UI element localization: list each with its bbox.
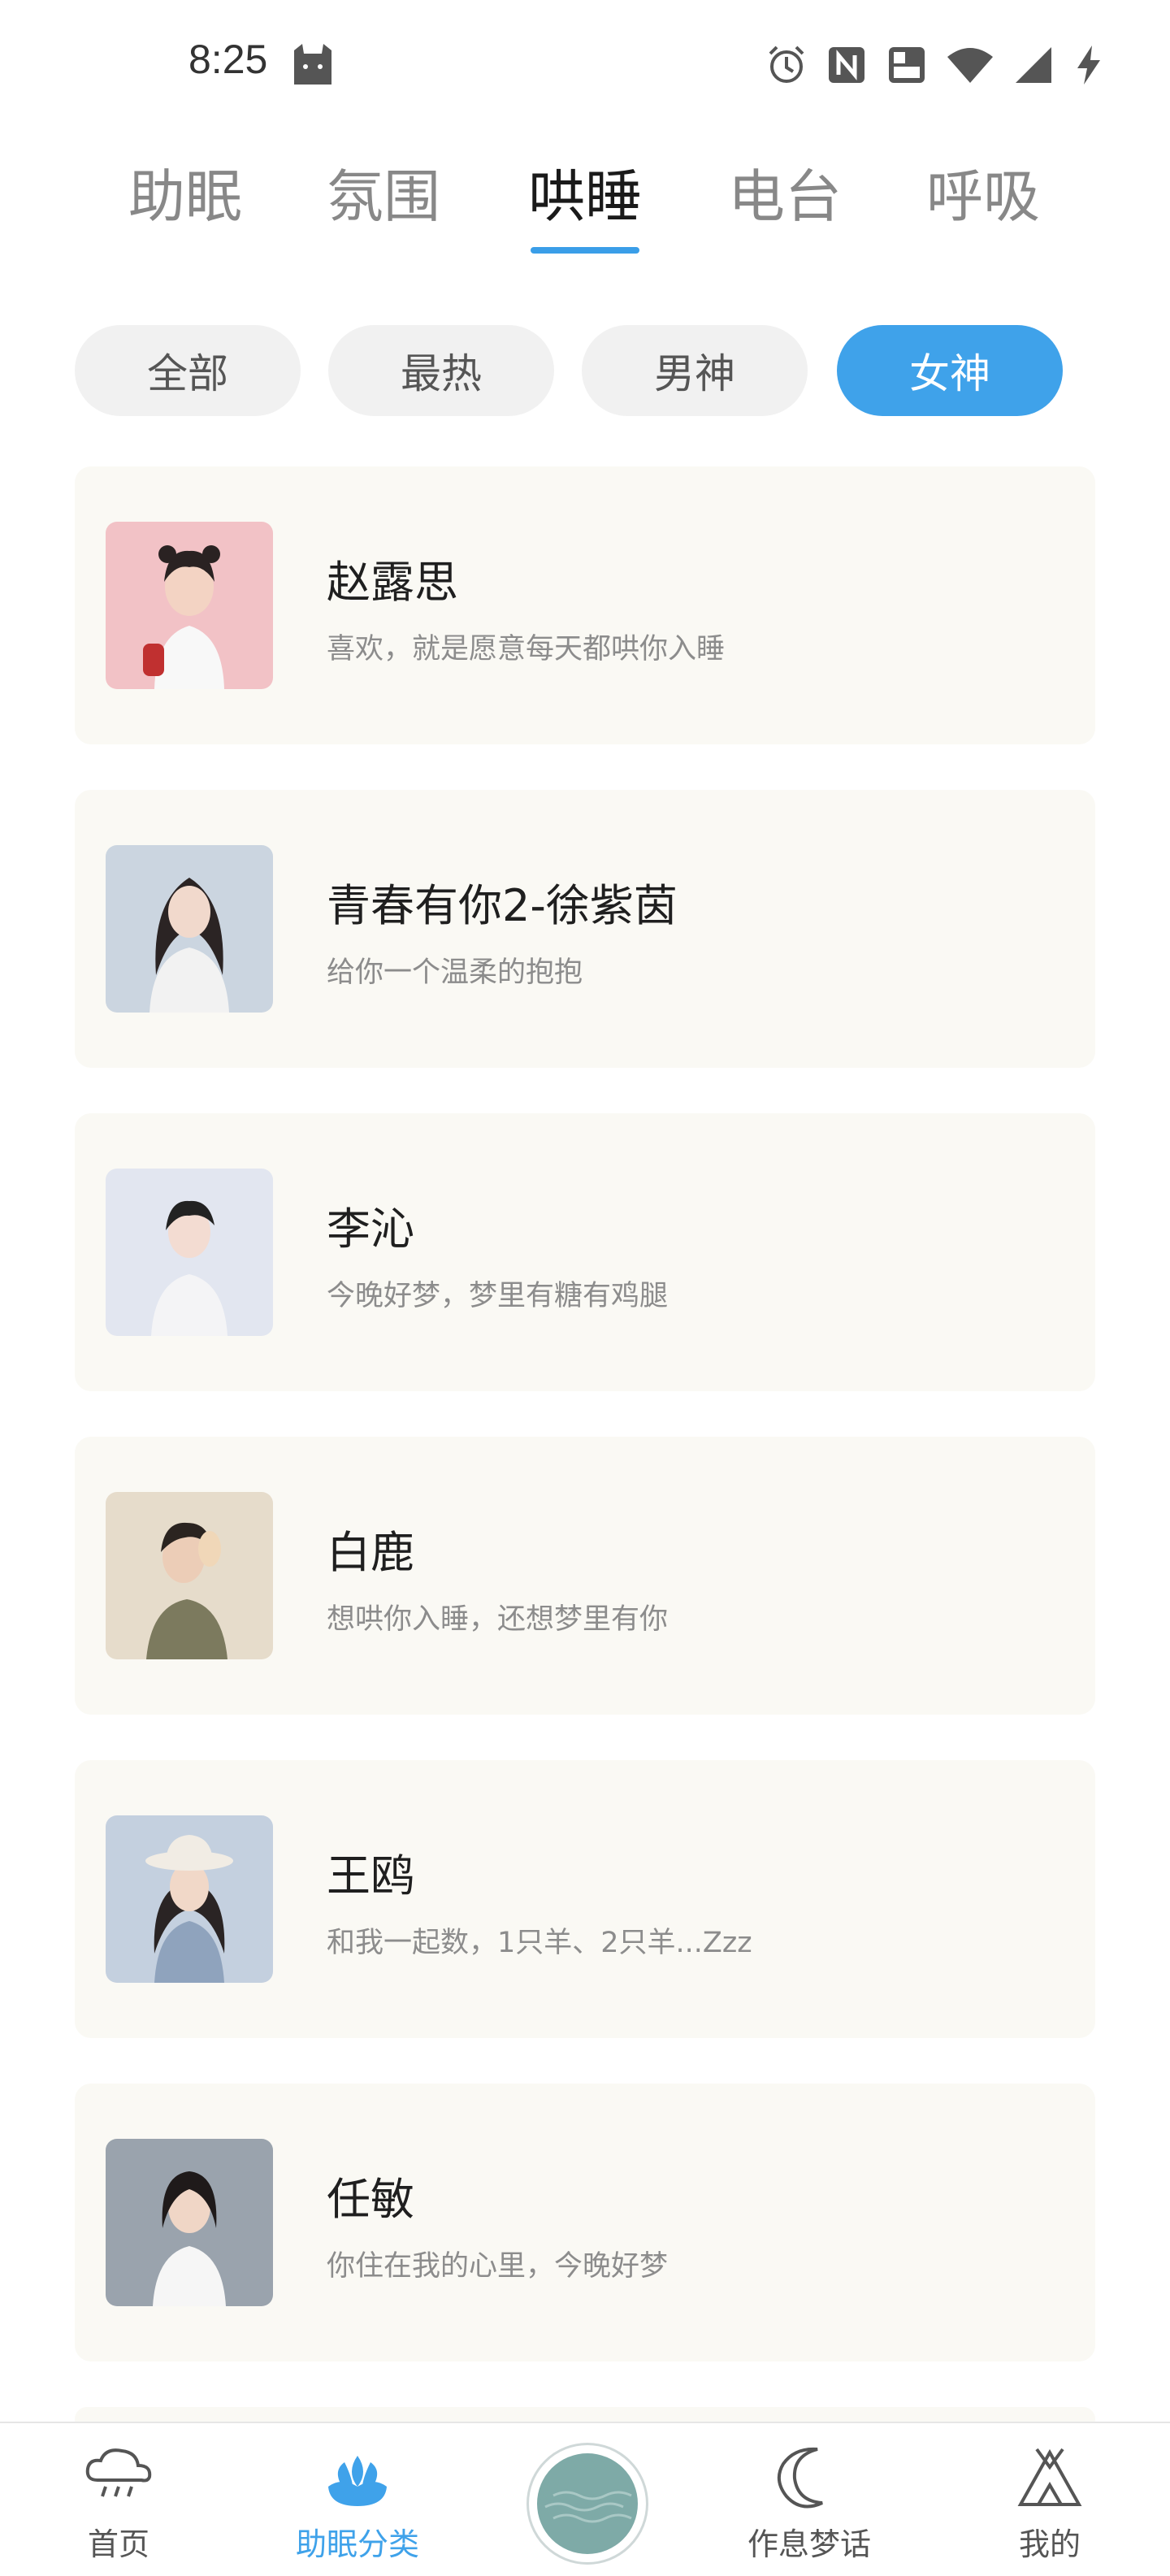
lotus-icon bbox=[328, 2456, 387, 2506]
nav-label: 助眠分类 bbox=[295, 2526, 419, 2562]
nav-schedule-dreams[interactable]: 作息梦话 bbox=[728, 2423, 890, 2576]
tab-lull-to-sleep[interactable]: 哄睡 bbox=[504, 151, 666, 233]
card-title: 王鸥 bbox=[327, 1850, 414, 1902]
center-play-button[interactable] bbox=[526, 2443, 648, 2565]
filter-all-chip[interactable]: 全部 bbox=[75, 325, 301, 416]
list-item[interactable]: 白鹿 想哄你入睡，还想梦里有你 bbox=[75, 1437, 1095, 1715]
status-time: 8:25 bbox=[188, 37, 268, 82]
card-title: 青春有你2-徐紫茵 bbox=[327, 880, 678, 931]
waves-icon bbox=[537, 2453, 638, 2554]
status-icons bbox=[765, 41, 1105, 89]
alarm-icon bbox=[769, 46, 804, 83]
list-item[interactable]: 李沁 今晚好梦，梦里有糖有鸡腿 bbox=[75, 1113, 1095, 1391]
wifi-icon bbox=[947, 48, 993, 83]
volte-icon bbox=[889, 47, 925, 83]
list-item[interactable]: 青春有你2-徐紫茵 给你一个温柔的抱抱 bbox=[75, 790, 1095, 1068]
cloud-rain-icon bbox=[85, 2448, 152, 2497]
nav-sleep-categories[interactable]: 助眠分类 bbox=[276, 2423, 439, 2576]
nav-home[interactable]: 首页 bbox=[37, 2423, 200, 2576]
filter-female-chip[interactable]: 女神 bbox=[837, 325, 1063, 416]
card-title: 李沁 bbox=[327, 1203, 414, 1255]
tent-icon bbox=[1017, 2448, 1082, 2506]
avatar bbox=[106, 2139, 273, 2306]
card-title: 任敏 bbox=[327, 2174, 414, 2225]
cat-notification-icon bbox=[294, 44, 332, 85]
avatar bbox=[106, 522, 273, 689]
nav-profile[interactable]: 我的 bbox=[968, 2423, 1131, 2576]
nav-label: 作息梦话 bbox=[747, 2526, 871, 2562]
filter-chips: 全部 最热 男神 女神 bbox=[0, 325, 1170, 416]
card-subtitle: 给你一个温柔的抱抱 bbox=[327, 956, 583, 989]
avatar bbox=[106, 1492, 273, 1659]
nfc-icon bbox=[829, 47, 864, 83]
active-tab-indicator bbox=[531, 247, 639, 254]
list-item[interactable]: 王鸥 和我一起数，1只羊、2只羊...Zzz bbox=[75, 1760, 1095, 2038]
filter-hottest-chip[interactable]: 最热 bbox=[328, 325, 554, 416]
tab-ambience[interactable]: 氛围 bbox=[302, 151, 465, 233]
card-subtitle: 今晚好梦，梦里有糖有鸡腿 bbox=[327, 1280, 669, 1312]
nav-label: 首页 bbox=[87, 2526, 150, 2562]
avatar bbox=[106, 1815, 273, 1983]
filter-male-chip[interactable]: 男神 bbox=[582, 325, 808, 416]
card-subtitle: 你住在我的心里，今晚好梦 bbox=[327, 2250, 669, 2283]
charging-icon bbox=[1077, 46, 1100, 85]
avatar bbox=[106, 1169, 273, 1336]
tab-radio[interactable]: 电台 bbox=[704, 151, 866, 233]
bottom-navigation: 首页 助眠分类 作息梦话 我的 bbox=[0, 2422, 1170, 2576]
signal-icon bbox=[1016, 47, 1051, 83]
card-subtitle: 想哄你入睡，还想梦里有你 bbox=[327, 1603, 669, 1636]
nav-label: 我的 bbox=[1018, 2526, 1081, 2562]
list-item[interactable]: 任敏 你住在我的心里，今晚好梦 bbox=[75, 2084, 1095, 2361]
card-subtitle: 和我一起数，1只羊、2只羊...Zzz bbox=[327, 1927, 752, 1959]
avatar bbox=[106, 845, 273, 1013]
top-tabs: 助眠 氛围 哄睡 电台 呼吸 bbox=[0, 151, 1170, 265]
card-subtitle: 喜欢，就是愿意每天都哄你入睡 bbox=[327, 633, 726, 666]
tab-sleep-aid[interactable]: 助眠 bbox=[104, 151, 266, 233]
moon-icon bbox=[777, 2447, 823, 2509]
status-bar: 8:25 bbox=[0, 0, 1170, 130]
card-title: 白鹿 bbox=[327, 1527, 414, 1578]
list-item[interactable]: 赵露思 喜欢，就是愿意每天都哄你入睡 bbox=[75, 466, 1095, 744]
tab-breathing[interactable]: 呼吸 bbox=[902, 151, 1064, 233]
card-title: 赵露思 bbox=[327, 557, 458, 608]
